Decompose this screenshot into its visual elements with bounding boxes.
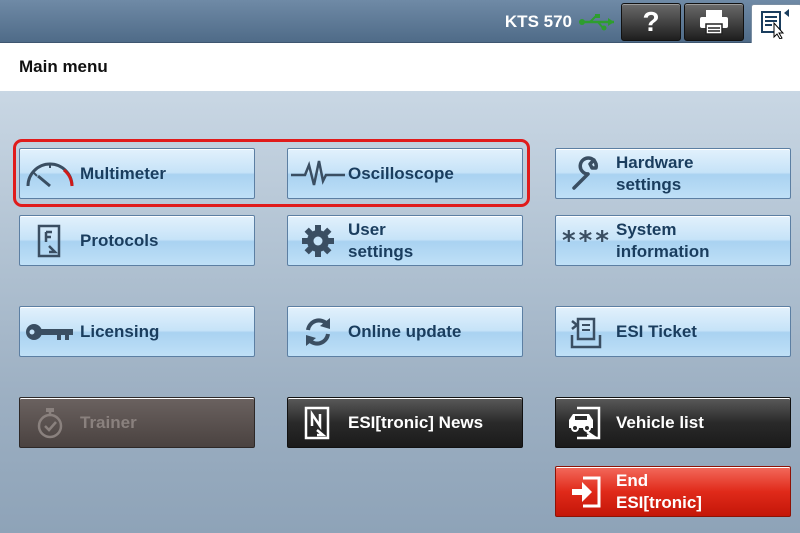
exit-icon [572,476,601,507]
printer-icon [700,10,728,35]
protocols-button[interactable]: Protocols [19,215,255,266]
trainer-button: Trainer [19,397,255,448]
licensing-button[interactable]: Licensing [19,306,255,357]
system-information-button[interactable]: *** System information [555,215,791,266]
news-icon [304,406,330,439]
key-icon [26,323,73,340]
help-button[interactable]: ? [621,3,681,41]
highlight-annotation [13,139,530,207]
asterisks-icon: *** [561,225,611,256]
user-settings-button[interactable]: User settings [287,215,523,266]
usb-connected-icon [579,14,614,31]
refresh-icon [306,317,330,346]
menu-tab[interactable] [751,4,800,43]
page-title: Main menu [19,57,108,76]
protocols-label: Protocols [80,230,159,250]
system-information-label-line2: information [616,241,710,261]
hardware-settings-button[interactable]: Hardware settings [555,148,791,199]
ticket-icon [570,317,602,348]
end-label-line2: ESI[tronic] [616,492,702,512]
online-update-label: Online update [348,321,462,341]
print-button[interactable] [684,3,744,41]
esi-tronic-news-label: ESI[tronic] News [348,412,484,432]
end-esi-tronic-button[interactable]: End ESI[tronic] [555,466,791,517]
menu-list-icon [761,9,789,40]
car-list-icon [569,406,601,439]
gear-icon [302,224,334,257]
user-settings-label-line2: settings [348,241,414,261]
hardware-settings-label-line1: Hardware [616,152,694,172]
stopwatch-icon [37,407,63,438]
esi-tronic-news-button[interactable]: ESI[tronic] News [287,397,523,448]
device-name: KTS 570 [504,12,572,31]
vehicle-list-button[interactable]: Vehicle list [555,397,791,448]
end-label-line1: End [616,470,649,490]
document-icon [37,224,61,257]
top-bar: KTS 570 ? [0,0,800,43]
help-icon: ? [642,6,660,37]
online-update-button[interactable]: Online update [287,306,523,357]
vehicle-list-label: Vehicle list [616,412,704,432]
esi-ticket-button[interactable]: ESI Ticket [555,306,791,357]
system-information-label-line1: System [616,219,677,239]
licensing-label: Licensing [80,321,160,341]
hardware-settings-label-line2: settings [616,174,682,194]
trainer-label: Trainer [80,412,137,432]
esi-ticket-label: ESI Ticket [616,321,697,341]
user-settings-label-line1: User [348,219,386,239]
wrench-icon [572,155,598,190]
title-strip: Main menu [0,43,800,91]
